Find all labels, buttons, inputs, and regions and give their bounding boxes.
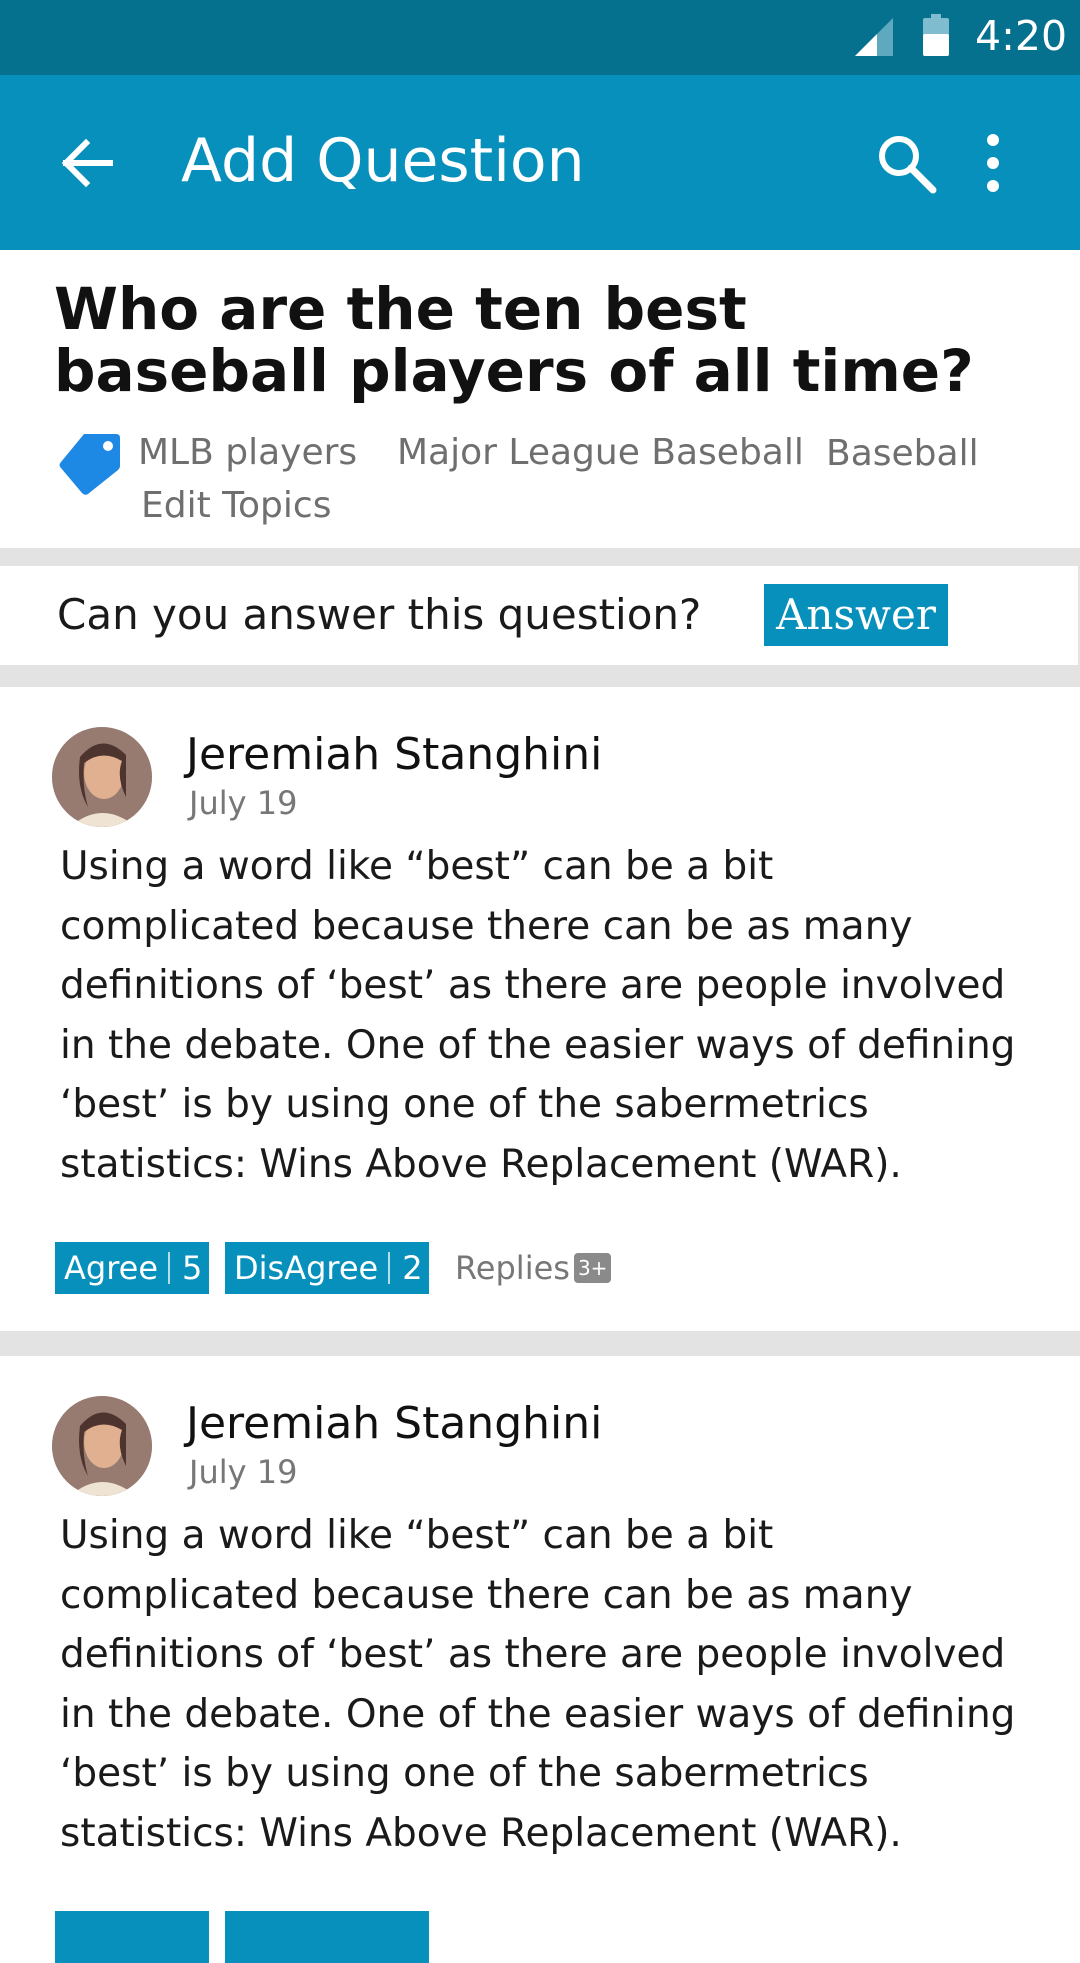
post-date: July 19 [189,784,298,822]
disagree-button[interactable] [225,1911,429,1963]
back-arrow-icon[interactable] [58,135,114,191]
avatar[interactable] [52,1396,152,1496]
disagree-count: 2 [402,1249,423,1287]
avatar[interactable] [52,727,152,827]
question-title: Who are the ten best baseball players of… [54,275,974,405]
author-name[interactable]: Jeremiah Stanghini [186,1396,602,1452]
answer-body: Using a word like “best” can be a bit co… [60,1513,1016,1856]
search-icon[interactable] [875,132,937,194]
answer-button[interactable]: Answer [764,584,948,646]
divider [0,665,1080,687]
agree-button[interactable]: Agree 5 [55,1242,209,1294]
status-time: 4:20 [975,12,1068,60]
agree-label: Agree [55,1252,171,1284]
app-title: Add Question [181,126,585,196]
more-vert-icon[interactable] [978,132,1008,194]
answer-prompt-text: Can you answer this question? [57,590,702,639]
signal-icon [855,18,893,56]
replies-link[interactable]: Replies 3+ [455,1247,612,1289]
divider [0,1331,1080,1356]
app-bar: Add Question [0,75,1080,250]
edit-topics-link[interactable]: Edit Topics [141,483,331,529]
replies-label: Replies [455,1249,570,1287]
disagree-label: DisAgree [225,1252,391,1284]
status-bar: 4:20 [0,0,1080,75]
tag-icon [59,434,120,495]
author-name[interactable]: Jeremiah Stanghini [186,727,602,783]
battery-icon [923,14,949,56]
agree-count: 5 [182,1249,203,1287]
topic-link[interactable]: Baseball [826,431,979,477]
agree-button[interactable] [55,1911,209,1963]
topic-link[interactable]: MLB players [138,430,357,476]
answer-prompt: Can you answer this question? Answer [0,566,1080,665]
topic-link[interactable]: Major League Baseball [397,430,804,476]
post-date: July 19 [189,1453,298,1491]
answer-card: Jeremiah Stanghini July 19 Using a word … [0,1356,1080,1963]
divider [0,548,1080,566]
disagree-button[interactable]: DisAgree 2 [225,1242,429,1294]
answer-card: Jeremiah Stanghini July 19 Using a word … [0,687,1080,1331]
replies-count-badge: 3+ [573,1253,612,1283]
answer-body: Using a word like “best” can be a bit co… [60,844,1016,1187]
